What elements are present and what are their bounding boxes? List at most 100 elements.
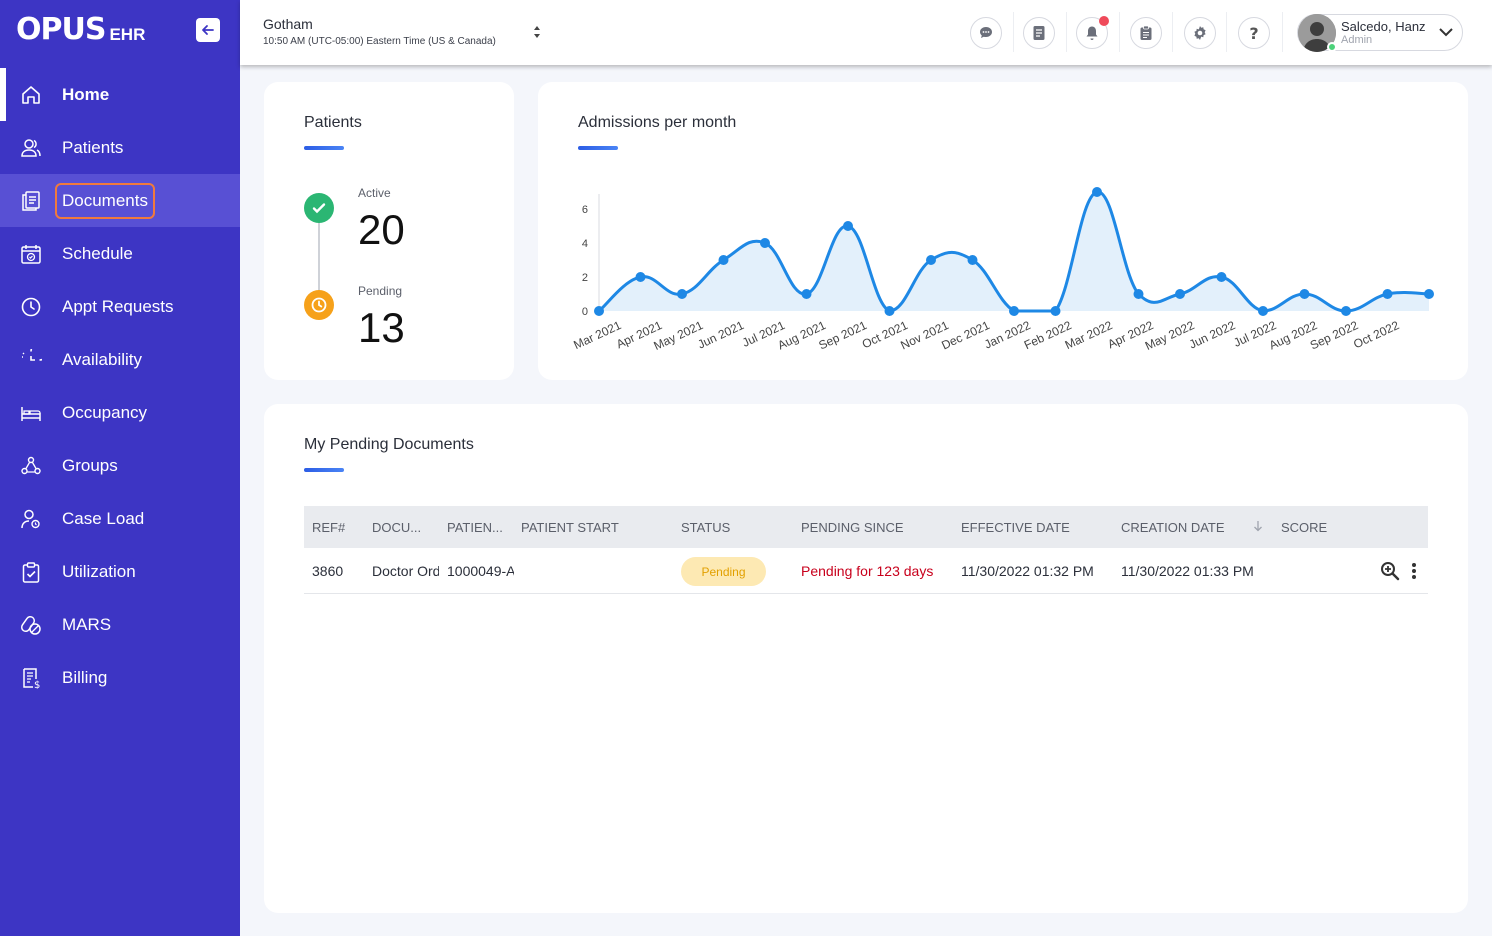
billing-icon: $: [20, 667, 42, 689]
check-icon: [304, 193, 334, 223]
pending-count: 13: [358, 304, 405, 351]
x-tick-label: Jun 2021: [695, 318, 746, 352]
sidebar-item-label: Home: [62, 84, 110, 104]
column-header-effective-date[interactable]: EFFECTIVE DATE: [961, 520, 1070, 535]
sidebar-item-utilization[interactable]: Utilization: [0, 545, 240, 598]
data-point: [594, 306, 604, 316]
help-button[interactable]: ?: [1238, 17, 1270, 49]
column-header-document[interactable]: DOCU...: [372, 520, 421, 535]
sort-arrow-down-icon[interactable]: [1253, 520, 1263, 535]
notification-badge: [1099, 16, 1109, 26]
data-point: [718, 255, 729, 265]
clock-icon: [20, 296, 42, 318]
sidebar-item-home[interactable]: Home: [0, 68, 240, 121]
data-point: [1175, 289, 1185, 299]
column-header-creation-date[interactable]: CREATION DATE: [1121, 520, 1225, 535]
data-point: [801, 289, 812, 299]
pending-documents-card: My Pending Documents REF# DOCU... PATIEN…: [264, 404, 1468, 913]
data-point: [884, 306, 895, 316]
user-role: Admin: [1341, 34, 1373, 46]
sidebar-item-occupancy[interactable]: Occupancy: [0, 386, 240, 439]
sidebar-item-documents[interactable]: Documents: [0, 174, 240, 227]
bell-icon: [1086, 26, 1098, 40]
cell-patient: 1000049-A: [447, 562, 514, 579]
table-row[interactable]: 3860 Doctor Orders 1000049-A Pending Pen…: [304, 548, 1428, 594]
sidebar-item-label: Groups: [62, 455, 118, 475]
sidebar-item-label: Case Load: [62, 508, 145, 528]
sidebar-item-label: Occupancy: [62, 402, 148, 422]
status-badge: Pending: [681, 557, 766, 586]
chat-button[interactable]: [970, 17, 1002, 49]
column-header-score[interactable]: SCORE: [1281, 520, 1327, 535]
notes-icon: [1033, 26, 1045, 40]
x-tick-label: Mar 2022: [1063, 318, 1115, 352]
collapse-sidebar-button[interactable]: [196, 18, 220, 42]
column-header-patient[interactable]: PATIEN...: [447, 520, 503, 535]
sidebar-item-billing[interactable]: $ Billing: [0, 651, 240, 704]
sidebar-item-schedule[interactable]: Schedule: [0, 227, 240, 280]
active-label: Active: [358, 186, 391, 200]
chat-icon: [980, 27, 992, 38]
home-icon: [20, 84, 42, 106]
column-header-status[interactable]: STATUS: [681, 520, 730, 535]
sidebar-nav: Home Patients Documents Schedule Appt Re…: [0, 68, 240, 704]
settings-button[interactable]: [1184, 17, 1216, 49]
data-point: [1092, 187, 1102, 197]
cell-creation-date: 11/30/2022 01:33 PM: [1121, 562, 1254, 579]
sidebar-item-case-load[interactable]: Case Load: [0, 492, 240, 545]
availability-icon: [20, 348, 42, 371]
data-point: [843, 221, 853, 231]
tasks-button[interactable]: [1130, 17, 1162, 49]
more-options-icon[interactable]: [1410, 561, 1418, 584]
location-timezone: 10:50 AM (UTC-05:00) Eastern Time (US & …: [263, 36, 496, 47]
data-point: [677, 289, 687, 299]
card-title: Patients: [304, 114, 362, 131]
clipboard-icon: [1140, 25, 1152, 40]
data-point: [1009, 306, 1019, 316]
sidebar-item-label: Utilization: [62, 561, 136, 581]
clipboard-check-icon: [20, 561, 42, 583]
column-header-patient-start[interactable]: PATIENT START: [521, 520, 619, 535]
zoom-in-icon[interactable]: [1380, 561, 1400, 584]
patients-summary-card: Patients Active 20 Pending 13: [264, 82, 514, 380]
card-title: My Pending Documents: [304, 436, 474, 453]
app-logo[interactable]: OPUS EHR: [16, 12, 145, 46]
chevron-down-icon: [1439, 28, 1453, 37]
data-point: [760, 238, 770, 248]
admissions-chart-card: Admissions per month 0 2 4 6 Mar 2021 Apr 202…: [538, 82, 1468, 380]
data-point: [1341, 306, 1351, 316]
cell-effective-date: 11/30/2022 01:32 PM: [961, 562, 1094, 579]
sidebar-item-label: Billing: [62, 667, 108, 687]
calendar-icon: [20, 243, 42, 265]
pending-clock-icon: [304, 290, 334, 320]
sidebar-item-groups[interactable]: Groups: [0, 439, 240, 492]
user-menu[interactable]: Salcedo, Hanz Admin: [1297, 14, 1463, 52]
groups-icon: [20, 455, 42, 477]
data-point: [1299, 289, 1310, 299]
top-bar: Gotham 10:50 AM (UTC-05:00) Eastern Time…: [240, 0, 1492, 65]
x-tick-label: Oct 2022: [1351, 318, 1401, 351]
location-selector[interactable]: Gotham 10:50 AM (UTC-05:00) Eastern Time…: [263, 16, 496, 47]
user-name: Salcedo, Hanz: [1341, 19, 1426, 34]
column-header-pending-since[interactable]: PENDING SINCE: [801, 520, 904, 535]
x-tick-label: Mar 2021: [571, 318, 623, 352]
column-header-ref[interactable]: REF#: [312, 520, 345, 535]
sidebar-item-label: Appt Requests: [62, 296, 174, 316]
sidebar-item-patients[interactable]: Patients: [0, 121, 240, 174]
svg-text:$: $: [34, 680, 40, 689]
sidebar-item-label: Availability: [62, 349, 143, 369]
bed-icon: [20, 402, 42, 424]
x-tick-label: Jun 2022: [1187, 318, 1238, 352]
title-underline: [304, 146, 344, 150]
sort-caret-icon[interactable]: [532, 24, 542, 42]
data-point: [1258, 306, 1268, 316]
notes-button[interactable]: [1023, 17, 1055, 49]
cell-pending-since: Pending for 123 days: [801, 562, 934, 579]
sidebar-item-mars[interactable]: MARS: [0, 598, 240, 651]
pending-label: Pending: [358, 284, 403, 298]
sidebar-item-availability[interactable]: Availability: [0, 333, 240, 386]
sidebar-item-appt-requests[interactable]: Appt Requests: [0, 280, 240, 333]
y-tick-label: 6: [582, 204, 588, 216]
data-point: [1050, 306, 1061, 316]
pending-documents-table: REF# DOCU... PATIEN... PATIENT START STA…: [304, 506, 1428, 594]
